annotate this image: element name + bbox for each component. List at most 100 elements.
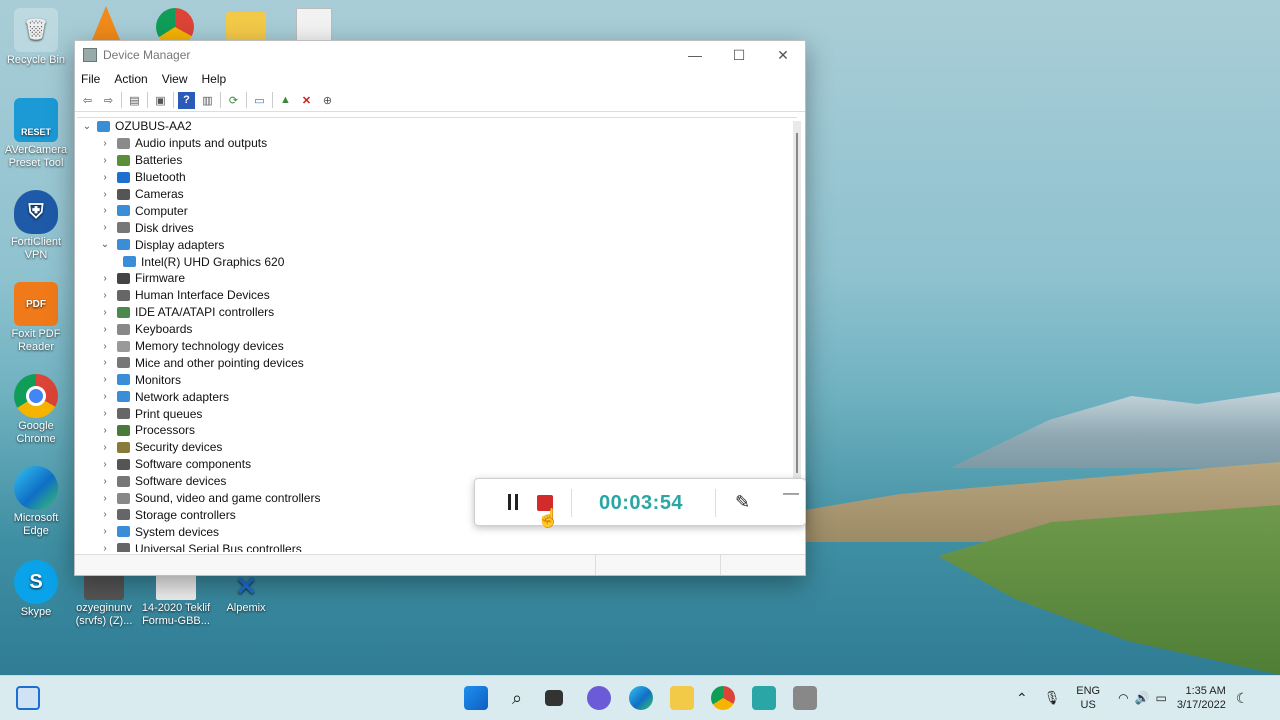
battery-icon[interactable]: ▭ [1156,691,1167,705]
tree-category[interactable]: ⌄ Display adapters [77,236,797,253]
tree-category[interactable]: › Mice and other pointing devices [77,354,797,371]
tree-scrollbar[interactable] [793,121,801,481]
tree-category[interactable]: › Cameras [77,186,797,203]
chevron-up-icon[interactable]: ⌃ [1016,690,1028,707]
chevron-right-icon[interactable]: › [99,155,111,166]
chevron-right-icon[interactable]: › [99,459,111,470]
properties-icon[interactable]: ▣ [152,92,169,109]
tree-category[interactable]: › Print queues [77,405,797,422]
minimize-recorder-button[interactable]: — [783,485,799,503]
chat-icon[interactable] [587,686,611,710]
menu-help[interactable]: Help [202,72,227,86]
network-app-icon[interactable] [793,686,817,710]
notification-icon[interactable]: ☾ [1236,690,1249,707]
chevron-right-icon[interactable]: › [99,138,111,149]
tree-category[interactable]: › Monitors [77,371,797,388]
tree-category[interactable]: › Batteries [77,152,797,169]
chevron-right-icon[interactable]: › [99,324,111,335]
desktop-icon-foxit[interactable]: PDF Foxit PDF Reader [0,282,72,354]
chrome-icon[interactable] [711,686,735,710]
chevron-right-icon[interactable]: › [99,341,111,352]
minimize-button[interactable]: — [673,41,717,69]
word-doc-icon[interactable] [296,8,332,42]
desktop-icon-teklif[interactable]: 14-2020 Teklif Formu-GBB... [140,572,212,628]
desktop-icon-chrome[interactable]: Google Chrome [0,374,72,446]
chevron-right-icon[interactable]: › [99,205,111,216]
tree-category[interactable]: › Processors [77,422,797,439]
chevron-right-icon[interactable]: › [99,493,111,504]
folder-icon[interactable] [226,12,266,40]
show-hide-console-tree-icon[interactable]: ▤ [126,92,143,109]
desktop-icon-recycle-bin[interactable]: 🗑 Recycle Bin [0,8,72,67]
menu-action[interactable]: Action [114,72,147,86]
search-icon[interactable]: ⌕ [505,686,529,710]
menu-view[interactable]: View [162,72,188,86]
chevron-right-icon[interactable]: › [99,442,111,453]
chevron-right-icon[interactable]: › [99,307,111,318]
desktop-icon-forticlient[interactable]: ⛨ FortiClient VPN [0,190,72,262]
chevron-right-icon[interactable]: › [99,172,111,183]
chevron-down-icon[interactable]: ⌄ [99,239,111,250]
start-icon[interactable] [464,686,488,710]
tree-category[interactable]: › Keyboards [77,321,797,338]
chevron-right-icon[interactable]: › [99,476,111,487]
chevron-right-icon[interactable]: › [99,189,111,200]
desktop-icon-network-drive[interactable]: ozyeginunv (srvfs) (Z)... [68,572,140,628]
microphone-icon[interactable]: 🎙 [1044,690,1061,706]
download-driver-icon[interactable]: ⊕ [319,92,336,109]
chevron-right-icon[interactable]: › [99,273,111,284]
update-driver-icon[interactable]: ⟳ [225,92,242,109]
tree-root[interactable]: ⌄ OZUBUS-AA2 [77,118,797,135]
chevron-right-icon[interactable]: › [99,391,111,402]
scan-hardware-icon[interactable]: ▭ [251,92,268,109]
task-view-icon[interactable] [545,690,563,706]
tree-category[interactable]: › Universal Serial Bus controllers [77,540,797,552]
help-icon[interactable]: ? [178,91,195,109]
pen-icon[interactable]: ✎ [735,492,750,513]
chevron-right-icon[interactable]: › [99,357,111,368]
chevron-right-icon[interactable]: › [99,543,111,552]
tree-category[interactable]: › Computer [77,202,797,219]
vlc-icon[interactable] [92,6,120,40]
clock[interactable]: 1:35 AM 3/17/2022 [1177,684,1226,712]
action-pane-icon[interactable]: ▥ [199,92,216,109]
tree-category[interactable]: › Audio inputs and outputs [77,135,797,152]
maximize-button[interactable]: ☐ [717,41,761,69]
forward-arrow-icon[interactable]: ⇨ [100,92,117,109]
add-driver-icon[interactable]: ▲ [277,92,294,109]
wifi-icon[interactable]: ◠ [1118,691,1128,705]
desktop-icon-edge[interactable]: Microsoft Edge [0,466,72,538]
title-bar[interactable]: Device Manager — ☐ ✕ [75,41,805,69]
desktop-icon-alpemix[interactable]: ✕ Alpemix [210,572,282,615]
tree-child-item[interactable]: Intel(R) UHD Graphics 620 [77,253,797,270]
pause-button[interactable] [506,494,520,510]
uninstall-device-icon[interactable]: ✕ [298,92,315,109]
desktop-icon-skype[interactable]: S Skype [0,560,72,619]
tree-category[interactable]: › Security devices [77,439,797,456]
chevron-right-icon[interactable]: › [99,509,111,520]
chevron-right-icon[interactable]: › [99,374,111,385]
file-explorer-icon[interactable] [670,686,694,710]
screen-recorder-app-icon[interactable] [752,686,776,710]
chevron-right-icon[interactable]: › [99,222,111,233]
tree-category[interactable]: › Software components [77,456,797,473]
chevron-right-icon[interactable]: › [99,425,111,436]
close-button[interactable]: ✕ [761,41,805,69]
tree-category[interactable]: › Firmware [77,270,797,287]
desktop-icon-avercamera[interactable]: RESET AVerCamera Preset Tool [0,98,72,170]
chevron-down-icon[interactable]: ⌄ [81,121,93,132]
tree-category[interactable]: › Human Interface Devices [77,287,797,304]
volume-icon[interactable]: 🔊 [1135,691,1150,705]
menu-file[interactable]: File [81,72,100,86]
language-indicator[interactable]: ENG US [1076,684,1100,712]
tree-category[interactable]: › Memory technology devices [77,338,797,355]
tree-category[interactable]: › Network adapters [77,388,797,405]
tree-category[interactable]: › IDE ATA/ATAPI controllers [77,304,797,321]
widgets-icon[interactable] [16,686,40,710]
tree-category[interactable]: › Disk drives [77,219,797,236]
chevron-right-icon[interactable]: › [99,290,111,301]
edge-icon[interactable] [629,686,653,710]
tree-category[interactable]: › Bluetooth [77,169,797,186]
back-arrow-icon[interactable]: ⇦ [79,92,96,109]
chevron-right-icon[interactable]: › [99,526,111,537]
